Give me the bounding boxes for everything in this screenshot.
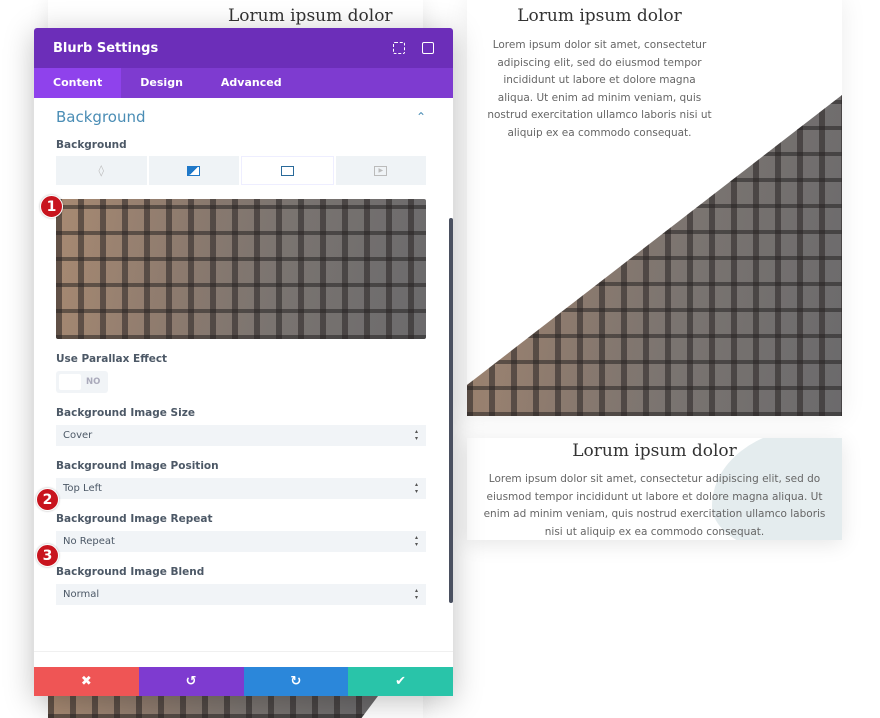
- chevron-up-icon[interactable]: ⌃: [416, 110, 426, 124]
- background-section-toggle[interactable]: Background ⌃: [56, 99, 426, 135]
- blurb-title: Lorum ipsum dolor: [228, 6, 393, 26]
- image-blend-select[interactable]: Normal: [56, 584, 426, 605]
- blurb-text: Lorem ipsum dolor sit amet, consectetur …: [487, 39, 712, 139]
- section-title: Background: [56, 108, 146, 126]
- panel-tabs: Content Design Advanced: [34, 68, 453, 98]
- building-image: [48, 696, 378, 718]
- tab-design[interactable]: Design: [121, 68, 202, 98]
- image-blend-label: Background Image Blend: [56, 566, 205, 578]
- panel-header: Blurb Settings: [34, 28, 453, 68]
- blurb-card: Lorum ipsum dolor Lorem ipsum dolor sit …: [467, 438, 842, 540]
- sidebar-layout-icon[interactable]: [422, 42, 434, 54]
- blurb-title: Lorum ipsum dolor: [517, 6, 682, 26]
- tab-content[interactable]: Content: [34, 68, 122, 98]
- image-repeat-select[interactable]: No Repeat: [56, 531, 426, 552]
- step-badge-3: 3: [36, 544, 59, 567]
- background-type-tabs: ◊ ▶: [56, 156, 426, 185]
- color-icon[interactable]: ◊: [56, 156, 147, 185]
- undo-button[interactable]: ↺: [138, 667, 244, 696]
- image-size-select[interactable]: Cover: [56, 425, 426, 446]
- divider: [34, 651, 453, 652]
- image-repeat-label: Background Image Repeat: [56, 513, 213, 525]
- gradient-icon[interactable]: [148, 156, 239, 185]
- scrollbar[interactable]: [449, 218, 453, 603]
- image-position-label: Background Image Position: [56, 460, 219, 472]
- blurb-title: Lorum ipsum dolor: [572, 441, 737, 461]
- image-position-select[interactable]: Top Left: [56, 478, 426, 499]
- fullscreen-icon[interactable]: [393, 42, 405, 54]
- redo-button[interactable]: ↻: [243, 667, 349, 696]
- save-button[interactable]: ✔: [348, 667, 453, 696]
- blurb-settings-panel: Blurb Settings Content Design Advanced B…: [34, 28, 453, 696]
- blurb-text: Lorem ipsum dolor sit amet, consectetur …: [483, 473, 826, 538]
- step-badge-2: 2: [36, 488, 59, 511]
- image-size-label: Background Image Size: [56, 407, 195, 419]
- panel-footer: ✖ ↺ ↻ ✔: [34, 667, 453, 696]
- tab-advanced[interactable]: Advanced: [202, 68, 301, 98]
- parallax-label: Use Parallax Effect: [56, 353, 168, 365]
- parallax-toggle[interactable]: NO: [56, 371, 108, 393]
- background-image-preview[interactable]: [56, 199, 426, 339]
- background-label: Background: [56, 139, 127, 151]
- cancel-button[interactable]: ✖: [34, 667, 139, 696]
- video-icon[interactable]: ▶: [335, 156, 426, 185]
- building-image: [138, 0, 178, 30]
- blurb-card-preview: Lorum ipsum dolor Lorem ipsum dolor sit …: [467, 0, 842, 416]
- panel-title: Blurb Settings: [53, 40, 159, 56]
- toggle-state: NO: [86, 377, 101, 387]
- image-icon[interactable]: [241, 156, 334, 185]
- step-badge-1: 1: [40, 195, 63, 218]
